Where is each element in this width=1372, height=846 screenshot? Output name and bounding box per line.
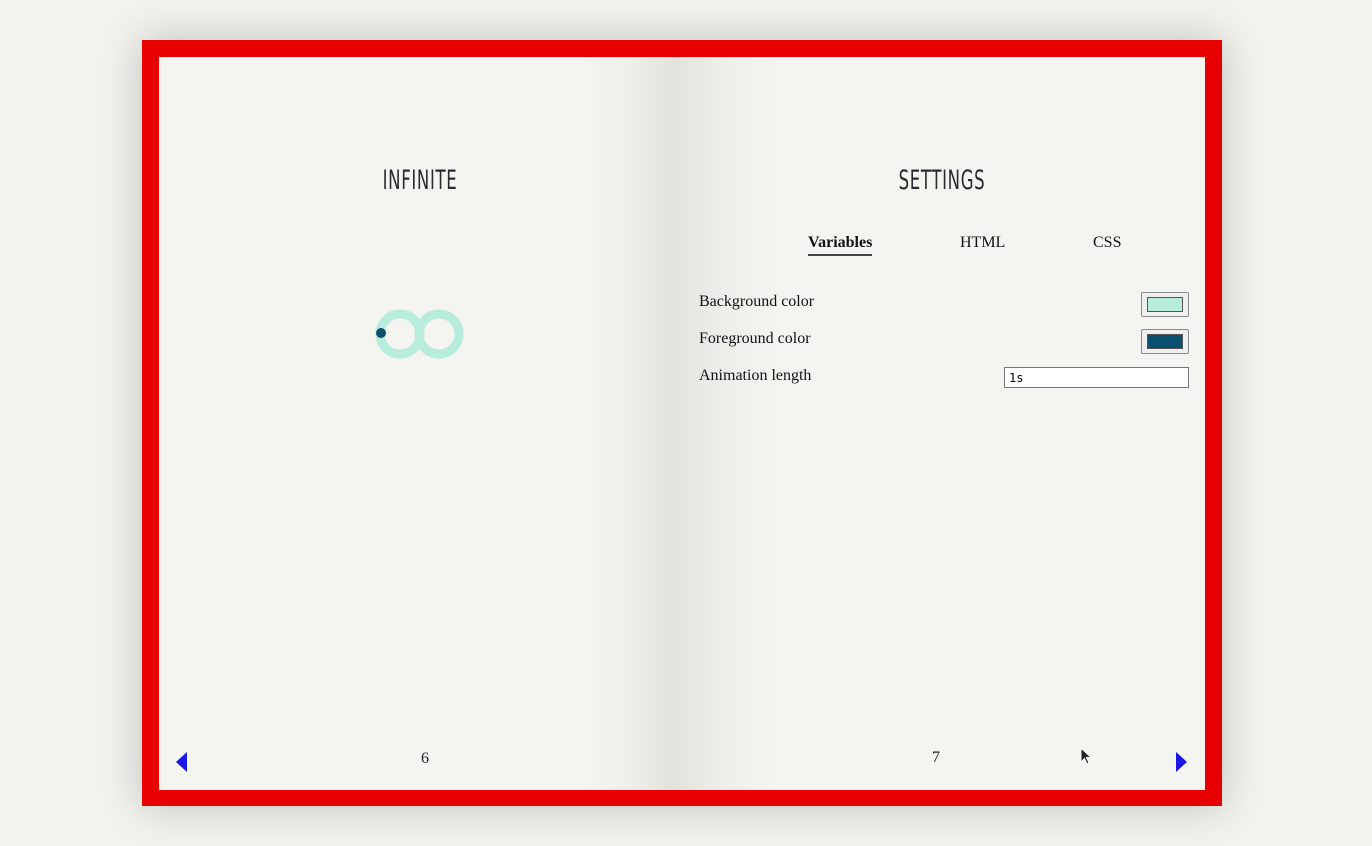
book: Infinite 6 Settings Variables HTML CSS B… (142, 40, 1222, 806)
next-page-arrow-icon[interactable] (1176, 752, 1187, 772)
animation-length-label: Animation length (699, 367, 812, 384)
tab-css[interactable]: CSS (1093, 234, 1121, 254)
tab-variables[interactable]: Variables (808, 234, 873, 256)
foreground-color-label: Foreground color (699, 330, 811, 347)
background-color-label: Background color (699, 293, 815, 310)
left-page: Infinite 6 (159, 57, 682, 790)
loader-right-ring (414, 309, 464, 359)
animation-length-input[interactable] (1004, 367, 1189, 388)
tab-html[interactable]: HTML (960, 234, 1005, 254)
left-page-number: 6 (421, 750, 429, 767)
background-color-swatch (1147, 297, 1183, 312)
right-page: Settings Variables HTML CSS Background c… (682, 57, 1205, 790)
setting-background-color: Background color (699, 292, 1189, 321)
setting-animation-length: Animation length (699, 367, 1189, 395)
right-page-title: Settings (898, 165, 986, 196)
previous-page-arrow-icon[interactable] (176, 752, 187, 772)
loader-left-ring (375, 309, 425, 359)
settings-tabs: Variables HTML CSS (808, 234, 1168, 264)
left-page-title: Infinite (382, 165, 458, 196)
background-color-picker[interactable] (1141, 292, 1189, 317)
loader-dot (376, 328, 386, 338)
book-spread: Infinite 6 Settings Variables HTML CSS B… (159, 57, 1205, 790)
foreground-color-swatch (1147, 334, 1183, 349)
infinite-loader-animation (375, 309, 464, 359)
foreground-color-picker[interactable] (1141, 329, 1189, 354)
setting-foreground-color: Foreground color (699, 329, 1189, 358)
right-page-number: 7 (932, 749, 940, 766)
